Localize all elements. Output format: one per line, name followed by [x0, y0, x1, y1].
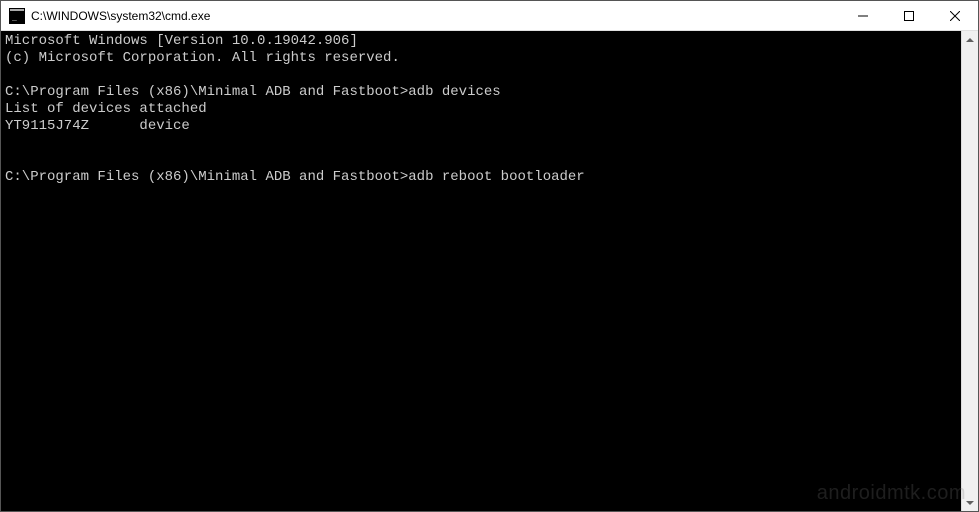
minimize-icon	[858, 11, 868, 21]
maximize-icon	[904, 11, 914, 21]
terminal-line	[5, 152, 957, 169]
terminal-line: YT9115J74Z device	[5, 118, 957, 135]
cmd-icon: _	[9, 8, 25, 24]
scroll-down-arrow[interactable]	[962, 494, 978, 511]
content-wrap: Microsoft Windows [Version 10.0.19042.90…	[1, 31, 978, 511]
maximize-button[interactable]	[886, 1, 932, 31]
terminal-line	[5, 67, 957, 84]
terminal-line	[5, 135, 957, 152]
svg-text:_: _	[12, 12, 17, 21]
chevron-down-icon	[966, 501, 974, 505]
close-button[interactable]	[932, 1, 978, 31]
terminal-line: List of devices attached	[5, 101, 957, 118]
terminal-line: (c) Microsoft Corporation. All rights re…	[5, 50, 957, 67]
terminal-line: C:\Program Files (x86)\Minimal ADB and F…	[5, 169, 957, 186]
close-icon	[950, 11, 960, 21]
vertical-scrollbar[interactable]	[961, 31, 978, 511]
scroll-track[interactable]	[962, 48, 978, 494]
window-title: C:\WINDOWS\system32\cmd.exe	[31, 9, 840, 23]
titlebar[interactable]: _ C:\WINDOWS\system32\cmd.exe	[1, 1, 978, 31]
chevron-up-icon	[966, 38, 974, 42]
terminal-line: C:\Program Files (x86)\Minimal ADB and F…	[5, 84, 957, 101]
cmd-window: _ C:\WINDOWS\system32\cmd.exe	[0, 0, 979, 512]
scroll-up-arrow[interactable]	[962, 31, 978, 48]
terminal-line: Microsoft Windows [Version 10.0.19042.90…	[5, 33, 957, 50]
window-controls	[840, 1, 978, 30]
terminal-output[interactable]: Microsoft Windows [Version 10.0.19042.90…	[1, 31, 961, 511]
minimize-button[interactable]	[840, 1, 886, 31]
